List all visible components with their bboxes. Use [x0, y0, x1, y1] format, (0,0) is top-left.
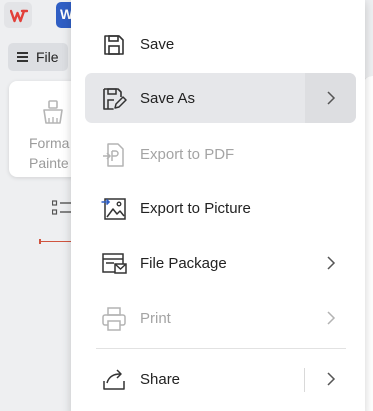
export-pdf-icon — [100, 141, 128, 169]
menu-item-share[interactable]: Share — [85, 354, 356, 404]
menu-item-label: Save — [140, 35, 175, 53]
menu-item-label: Share — [140, 370, 181, 388]
menu-item-label: Save As — [140, 89, 196, 107]
menu-item-label: File Package — [140, 254, 227, 272]
share-separator — [304, 368, 305, 392]
menu-item-label: Print — [140, 309, 171, 327]
hamburger-icon — [17, 50, 28, 65]
menu-item-save-as[interactable]: Save As — [85, 73, 356, 123]
menu-divider — [96, 348, 346, 349]
print-icon — [100, 305, 128, 333]
format-painter-button[interactable]: Forma Painte — [9, 81, 79, 177]
save-as-icon — [100, 85, 128, 113]
chevron-right-icon — [327, 311, 336, 325]
save-icon — [100, 31, 128, 59]
file-dropdown-menu: Save Save As Export to PDF Export to Pic… — [71, 0, 365, 411]
wps-app-tab[interactable] — [4, 2, 32, 28]
file-menu-button[interactable]: File — [8, 43, 68, 71]
format-painter-icon — [43, 100, 63, 124]
export-picture-icon — [100, 195, 128, 223]
file-package-icon — [100, 250, 128, 278]
menu-item-label: Export to Picture — [140, 199, 251, 217]
chevron-right-icon[interactable] — [326, 371, 336, 387]
menu-item-save[interactable]: Save — [85, 19, 356, 69]
bullet-list-icon — [52, 200, 71, 215]
share-icon — [100, 366, 128, 394]
chevron-right-icon — [327, 256, 336, 270]
chevron-right-icon — [327, 91, 336, 105]
file-button-label: File — [36, 49, 59, 65]
menu-item-export-pdf[interactable]: Export to PDF — [85, 129, 356, 179]
menu-item-file-package[interactable]: File Package — [85, 238, 356, 288]
menu-item-print[interactable]: Print — [85, 293, 356, 343]
menu-item-export-picture[interactable]: Export to Picture — [85, 183, 356, 233]
menu-item-label: Export to PDF — [140, 145, 235, 163]
wps-logo-icon — [10, 9, 28, 23]
ruler-line — [40, 241, 72, 242]
